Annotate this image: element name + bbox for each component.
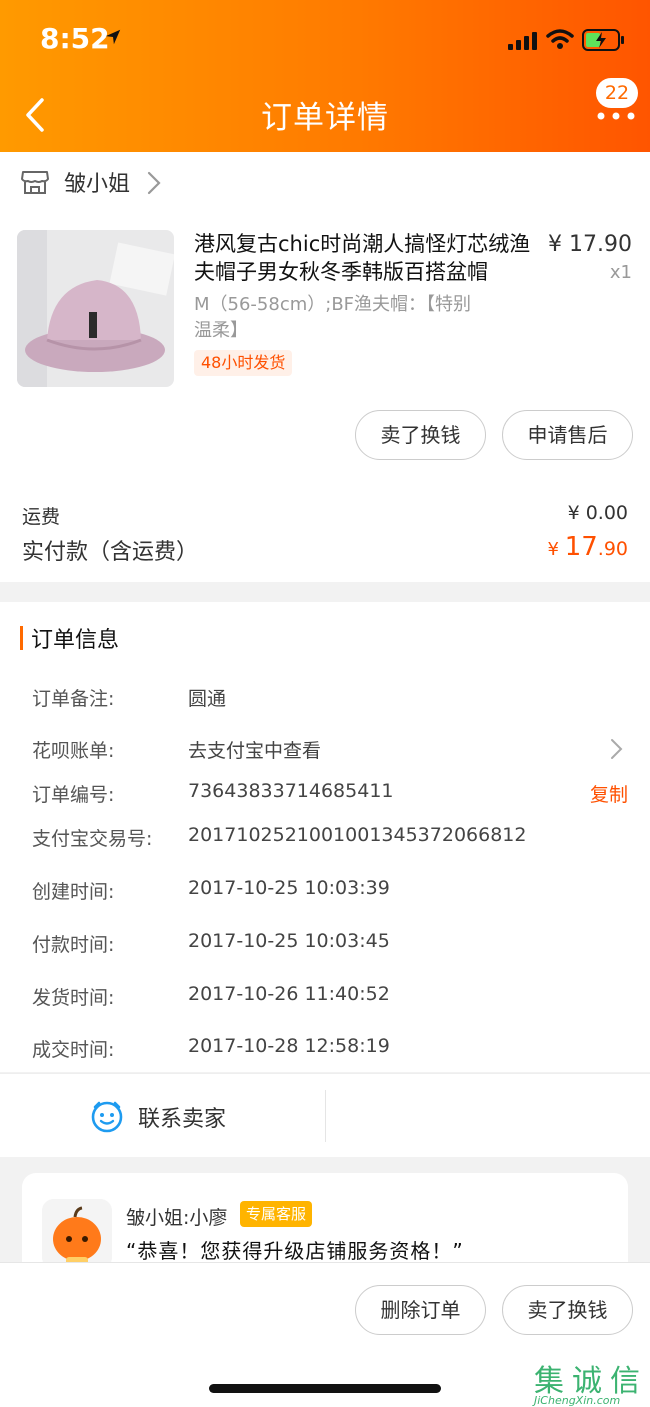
wifi-icon: [546, 29, 574, 49]
section-title: 订单信息: [31, 628, 120, 653]
contact-seller-button[interactable]: 联系卖家: [138, 1101, 226, 1133]
product-quantity: x1: [609, 262, 632, 283]
sell-for-cash-button[interactable]: 卖了换钱: [355, 410, 486, 460]
shop-row[interactable]: 皱小姐: [0, 152, 650, 212]
info-value-remark: 圆通: [188, 688, 227, 710]
chevron-right-icon[interactable]: [610, 738, 624, 760]
info-value-order-number: 73643833714685411: [188, 780, 394, 802]
nav-header: 8:52 订单详情 22: [0, 0, 650, 152]
info-label-completed: 成交时间:: [32, 1039, 115, 1061]
product-price: ¥ 17.90: [548, 232, 632, 257]
sell-for-cash-bottom-button[interactable]: 卖了换钱: [502, 1285, 633, 1335]
order-info-section: 订单信息 订单备注: 圆通 花呗账单: 去支付宝中查看 订单编号: 736438…: [0, 602, 650, 1072]
info-label-remark: 订单备注:: [32, 688, 115, 710]
product-sku: M（56-58cm）;BF渔夫帽：【特别温柔】: [194, 294, 472, 341]
cs-message: “恭喜！您获得升级店铺服务资格！”: [126, 1239, 464, 1263]
more-options-icon[interactable]: [596, 106, 636, 126]
info-value-alipay-trade: 2017102521001001345372066812: [188, 824, 527, 846]
location-arrow-icon: [105, 29, 121, 45]
contact-divider: [325, 1090, 326, 1142]
watermark-url: JiChengXin.com: [534, 1394, 621, 1407]
info-label-shipped: 发货时间:: [32, 987, 115, 1009]
info-label-paid: 付款时间:: [32, 934, 115, 956]
bucket-hat-image: [17, 230, 174, 387]
chevron-right-icon: [147, 171, 161, 195]
info-value-huabei[interactable]: 去支付宝中查看: [188, 736, 321, 763]
shipping-fee-value: ¥ 0.00: [567, 502, 628, 524]
shop-icon: [21, 171, 49, 194]
message-count-badge: 22: [596, 78, 638, 108]
page-title: 订单详情: [261, 100, 389, 136]
total-decimal: .90: [597, 538, 628, 560]
info-value-paid: 2017-10-25 10:03:45: [188, 930, 390, 952]
product-title[interactable]: 港风复古chic时尚潮人搞怪灯芯绒渔夫帽子男女秋冬季韩版百搭盆帽: [194, 230, 544, 286]
total-paid-label: 实付款（含运费）: [22, 540, 199, 565]
shop-name[interactable]: 皱小姐: [64, 166, 130, 198]
info-value-created: 2017-10-25 10:03:39: [188, 877, 390, 899]
info-label-order-number: 订单编号:: [32, 784, 115, 806]
request-aftersale-button[interactable]: 申请售后: [502, 410, 633, 460]
info-label-huabei: 花呗账单:: [32, 740, 115, 762]
shipping-fee-label: 运费: [22, 506, 61, 528]
cs-name: 皱小姐:小廖: [126, 1207, 228, 1229]
chat-smiley-icon[interactable]: [90, 1099, 124, 1133]
delete-order-button[interactable]: 删除订单: [355, 1285, 486, 1335]
total-paid-value: ¥ 17.90: [548, 532, 629, 562]
status-time: 8:52: [40, 22, 110, 55]
product-image[interactable]: [17, 230, 174, 387]
info-label-alipay-trade: 支付宝交易号:: [32, 828, 153, 850]
pumpkin-avatar-icon: [42, 1199, 112, 1269]
home-indicator[interactable]: [209, 1384, 441, 1393]
section-accent-bar: [20, 626, 23, 650]
cs-badge: 专属客服: [240, 1201, 313, 1227]
total-currency: ¥: [547, 539, 565, 560]
copy-order-number-button[interactable]: 复制: [590, 780, 628, 807]
battery-charging-icon: [582, 29, 624, 51]
product-item: 港风复古chic时尚潮人搞怪灯芯绒渔夫帽子男女秋冬季韩版百搭盆帽 ¥ 17.90…: [0, 212, 650, 582]
shipping-tag: 48小时发货: [194, 350, 293, 376]
watermark-logo: 集 诚 信 JiChengXin.com: [532, 1356, 650, 1407]
contact-bar: 联系卖家: [0, 1073, 650, 1157]
cellular-signal-icon: [508, 32, 537, 50]
info-value-shipped: 2017-10-26 11:40:52: [188, 983, 390, 1005]
info-label-created: 创建时间:: [32, 881, 115, 903]
total-integer: 17: [564, 532, 598, 562]
cs-avatar: [42, 1199, 112, 1269]
info-value-completed: 2017-10-28 12:58:19: [188, 1035, 390, 1057]
